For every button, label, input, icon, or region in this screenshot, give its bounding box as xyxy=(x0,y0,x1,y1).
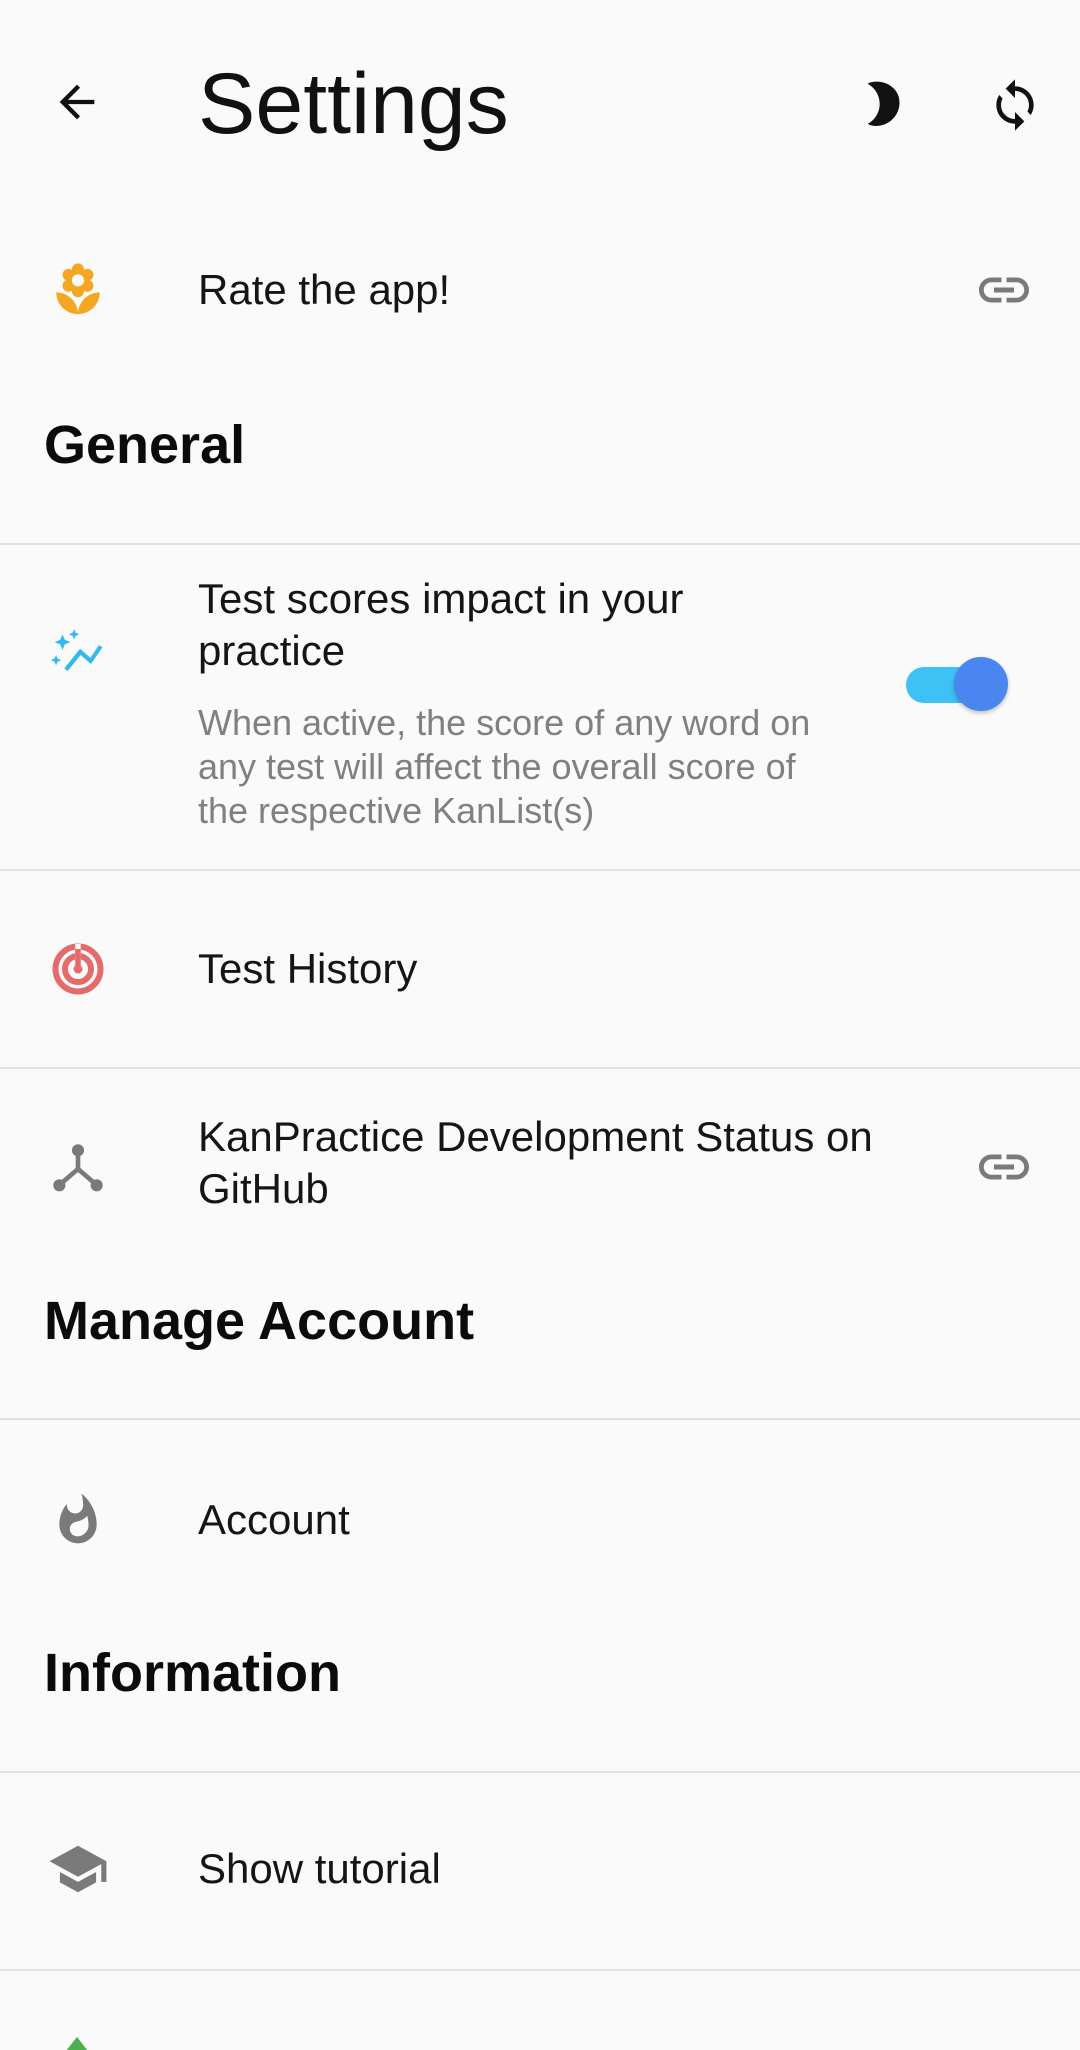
test-scores-icon-wrap xyxy=(44,621,112,689)
section-general: General xyxy=(44,415,246,475)
target-icon xyxy=(52,943,104,995)
flower-icon xyxy=(56,263,100,315)
tutorial-label: Show tutorial xyxy=(198,1845,441,1892)
sparkle-chart-icon xyxy=(50,629,103,672)
switch-thumb xyxy=(954,657,1008,711)
test-scores-switch[interactable] xyxy=(906,657,1010,711)
theme-toggle-button[interactable] xyxy=(845,68,919,142)
merge-icon xyxy=(53,1144,103,1192)
dev-status-link-icon-wrap xyxy=(968,1131,1040,1203)
test-scores-label: Test scores impact in your practice xyxy=(198,575,684,674)
test-history-label: Test History xyxy=(198,945,418,992)
sync-icon xyxy=(996,79,1034,131)
section-manage-account: Manage Account xyxy=(44,1291,475,1351)
rate-app-row[interactable]: Rate the app! xyxy=(0,240,1080,340)
graduation-cap-icon xyxy=(49,1845,107,1893)
section-information: Information xyxy=(44,1643,341,1703)
partial-icon xyxy=(66,2037,88,2050)
page-title: Settings xyxy=(198,56,509,152)
settings-screen: Settings Rate the app! General Test scor… xyxy=(0,0,1080,2050)
test-scores-description: When active, the score of any word on an… xyxy=(198,702,811,831)
account-icon-wrap xyxy=(44,1486,112,1554)
dev-status-icon-wrap xyxy=(44,1135,112,1203)
flame-icon xyxy=(59,1493,97,1544)
rate-link-icon-wrap xyxy=(968,254,1040,326)
link-icon xyxy=(979,1154,1029,1180)
test-history-icon-wrap xyxy=(44,935,112,1003)
tutorial-icon-wrap xyxy=(44,1835,112,1903)
rate-icon-wrap xyxy=(44,256,112,324)
dev-status-label: KanPractice Development Status on GitHub xyxy=(198,1113,873,1212)
test-scores-row[interactable]: Test scores impact in your practice When… xyxy=(0,545,1080,869)
app-bar: Settings xyxy=(0,0,1080,210)
arrow-back-icon xyxy=(59,84,95,120)
rate-app-label: Rate the app! xyxy=(198,266,451,313)
dev-status-row[interactable]: KanPractice Development Status on GitHub xyxy=(0,1069,1080,1249)
account-row[interactable]: Account xyxy=(0,1420,1080,1620)
back-button[interactable] xyxy=(40,65,114,139)
link-icon xyxy=(979,277,1029,303)
moon-icon xyxy=(867,81,900,126)
test-history-row[interactable]: Test History xyxy=(0,871,1080,1067)
tutorial-row[interactable]: Show tutorial xyxy=(0,1773,1080,1969)
account-label: Account xyxy=(198,1496,350,1543)
next-row-partial[interactable] xyxy=(0,1971,1080,2050)
sync-button[interactable] xyxy=(978,68,1052,142)
